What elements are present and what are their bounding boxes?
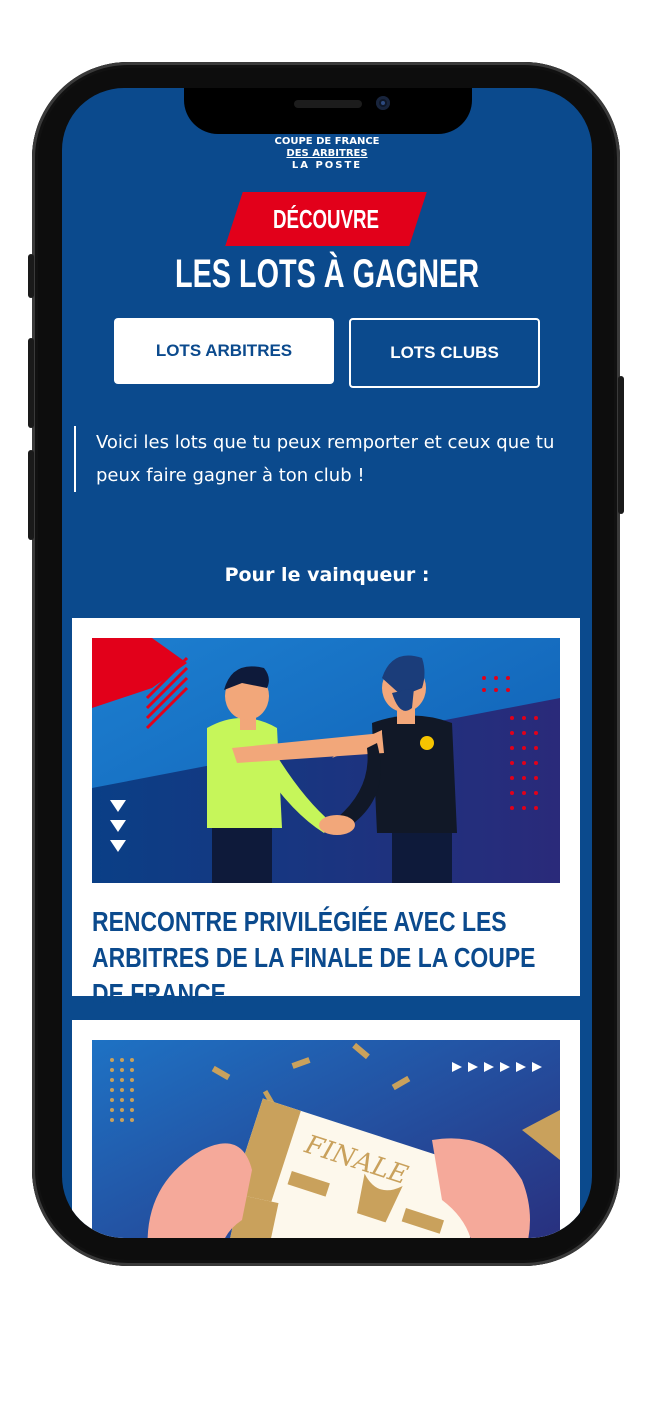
prize-card[interactable]: FINALE: [72, 1020, 580, 1238]
prize-title: RENCONTRE PRIVILÉGIÉE AVEC LES ARBITRES …: [92, 906, 536, 1009]
app-screen: COUPE DE FRANCE DES ARBITRES LA POSTE DÉ…: [62, 88, 592, 1238]
side-button-power: [618, 376, 624, 514]
event-logo[interactable]: COUPE DE FRANCE DES ARBITRES LA POSTE: [62, 136, 592, 172]
prize-card[interactable]: RENCONTRE PRIVILÉGIÉE AVEC LES ARBITRES …: [72, 618, 580, 1009]
tab-label: LOTS ARBITRES: [155, 341, 293, 360]
tab-lots-arbitres[interactable]: LOTS ARBITRES: [114, 318, 334, 384]
tab-lots-clubs[interactable]: LOTS CLUBS: [349, 318, 540, 388]
section-title: Pour le vainqueur :: [224, 564, 430, 586]
phone-notch: [184, 88, 472, 134]
page-title: LES LOTS À GAGNER: [174, 252, 480, 296]
side-button-mute: [28, 254, 34, 298]
side-button-volume-down: [28, 450, 34, 540]
logo-line-1: COUPE DE FRANCE: [274, 136, 380, 147]
tab-label: LOTS CLUBS: [390, 343, 499, 362]
camera-icon: [376, 96, 390, 110]
speaker-grille: [294, 100, 362, 108]
kicker-text: DÉCOUVRE: [272, 204, 380, 234]
side-button-volume-up: [28, 338, 34, 428]
handshake-illustration: [92, 638, 560, 883]
logo-line-2: DES ARBITRES: [286, 148, 368, 159]
tickets-illustration: FINALE: [92, 1040, 560, 1238]
logo-line-3: LA POSTE: [291, 160, 363, 171]
intro-text: Voici les lots que tu peux remporter et …: [74, 426, 586, 492]
